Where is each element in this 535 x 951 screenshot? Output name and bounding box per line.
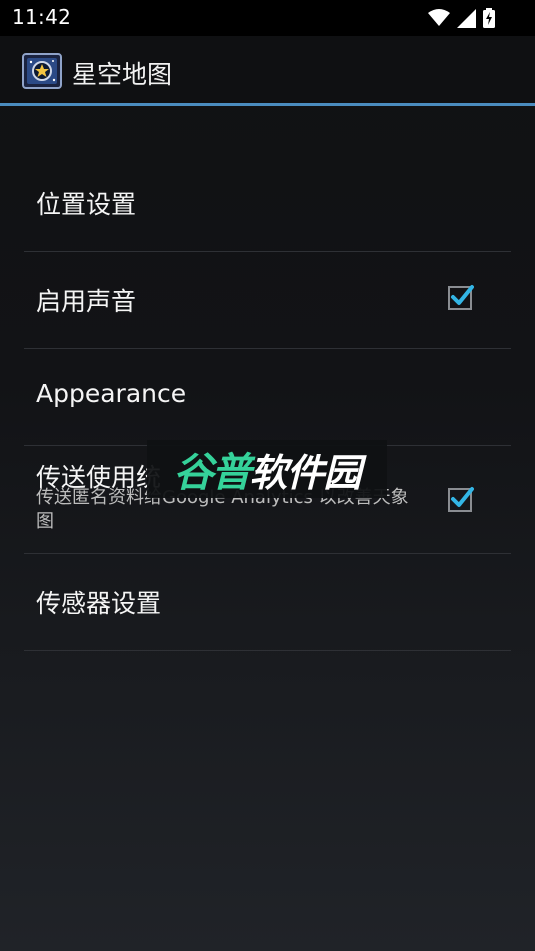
status-icons	[428, 8, 495, 28]
pref-title: 位置设置	[36, 190, 137, 219]
pref-title: Appearance	[36, 379, 187, 408]
pref-title: 启用声音	[36, 287, 137, 316]
preference-list: 位置设置 启用声音 Appearance 传送使用统 传送匿名资料给Google…	[24, 155, 511, 651]
action-bar-divider	[0, 103, 535, 106]
settings-screen: 11:42 星空地图 位置设置 启用声音 Appearance 传送使用统 传送…	[0, 0, 535, 951]
pref-location-settings[interactable]: 位置设置	[24, 155, 511, 252]
usage-stats-checkbox[interactable]	[448, 486, 474, 512]
status-bar: 11:42	[0, 0, 535, 36]
pref-enable-sound[interactable]: 启用声音	[24, 252, 511, 349]
status-time: 11:42	[12, 5, 72, 29]
pref-title: 传感器设置	[36, 589, 162, 618]
wifi-icon	[428, 9, 450, 26]
pref-appearance[interactable]: Appearance	[24, 349, 511, 446]
star-map-app-icon[interactable]	[22, 53, 62, 89]
watermark-part2: 软件园	[249, 450, 361, 495]
signal-icon	[457, 8, 476, 28]
watermark-part1: 谷普	[173, 450, 251, 496]
pref-sensor-settings[interactable]: 传感器设置	[24, 554, 511, 651]
sound-checkbox[interactable]	[448, 284, 474, 310]
app-title: 星空地图	[72, 60, 173, 89]
battery-charging-icon	[483, 8, 495, 28]
watermark-logo: 谷普 软件园	[147, 440, 387, 498]
